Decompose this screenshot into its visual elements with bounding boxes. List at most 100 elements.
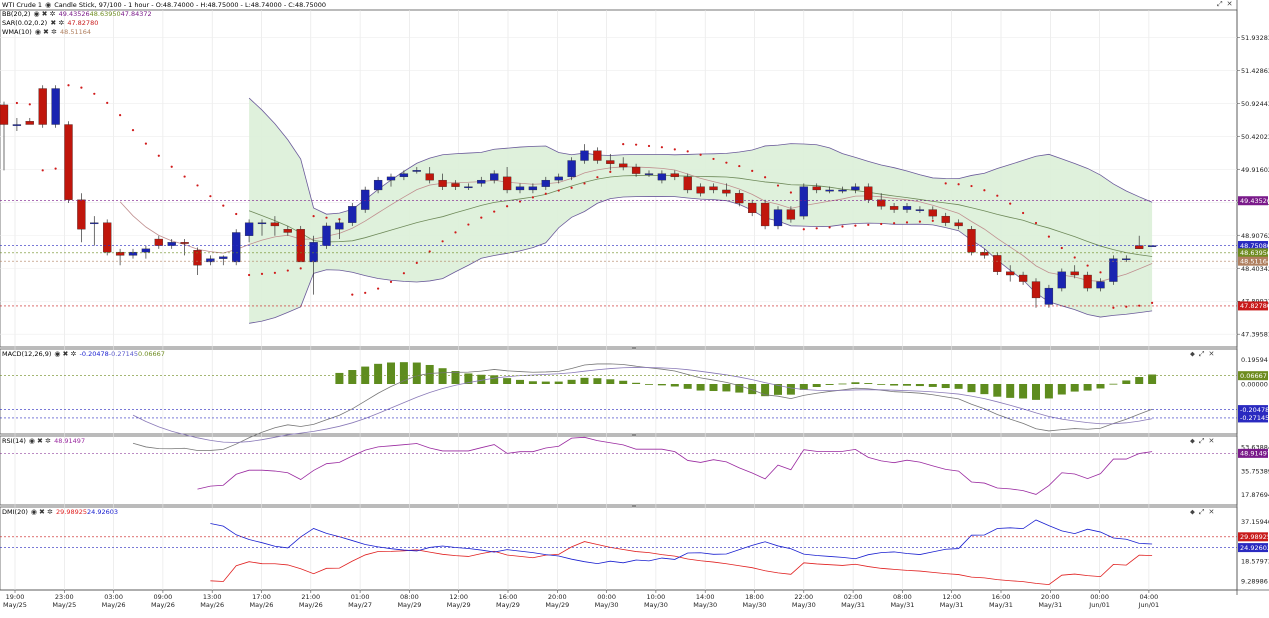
eye-icon[interactable]: ◉ [30, 508, 38, 517]
eye-icon[interactable]: ◉ [53, 350, 61, 359]
candle-body [348, 206, 357, 223]
price-tick-label: 51.93283 [1241, 34, 1269, 42]
candle-body [670, 173, 679, 178]
candle-body [941, 215, 950, 223]
date-tick-label: May/25 [3, 601, 27, 609]
sar-dot [776, 184, 780, 187]
gear-icon[interactable]: ✲ [46, 508, 54, 517]
dmi-tick-label: 37.15946 [1241, 518, 1269, 526]
time-axis: 19:00May/2523:00May/2503:00May/2609:00Ma… [3, 590, 1159, 609]
sar-dot [157, 154, 160, 157]
sar-dot [1151, 301, 1154, 304]
gear-icon[interactable]: ✲ [69, 350, 77, 359]
macd-bar [928, 384, 937, 387]
macd-bar [593, 378, 602, 384]
pin-icon[interactable]: ⬥ [1190, 350, 1195, 359]
macd-bar [812, 384, 821, 388]
header-line: WTI Crude 1 ◉ Candle Stick, 97/100 - 1 h… [2, 1, 326, 10]
macd-bar [438, 368, 447, 384]
time-tick-label: 20:00 [548, 593, 567, 601]
macd-bar [374, 363, 383, 384]
wma-legend: WMA(10) ◉ ✖ ✲ 48.51164 [2, 28, 326, 37]
macd-bar [619, 380, 628, 384]
sar-dot [1138, 304, 1141, 307]
macd-bar [348, 370, 357, 384]
macd-bar [412, 362, 421, 384]
sar-dot [609, 170, 612, 173]
candle-body [722, 189, 731, 194]
sar-dot [209, 195, 212, 198]
macd-tick-label: 0.00000 [1241, 381, 1268, 389]
expand-icon[interactable]: ⤢ [1217, 0, 1223, 9]
chart-canvas: 51.93283 51.42863 50.92443 50.42023 49.91602… [0, 0, 1269, 609]
close-pane-icon[interactable]: ✕ [1227, 0, 1233, 8]
sar-dot [364, 291, 367, 294]
expand-icon[interactable]: ⤢ [1199, 508, 1205, 517]
eye-icon[interactable]: ◉ [33, 10, 41, 19]
macd-bar [1032, 384, 1040, 400]
macd-bar [683, 384, 692, 389]
candle-body [1018, 274, 1028, 282]
close-icon[interactable]: ✖ [41, 10, 49, 19]
candle-body [619, 163, 628, 168]
sar-dot [918, 220, 922, 223]
time-tick-label: 22:00 [794, 593, 813, 601]
macd-bar [528, 381, 537, 384]
dmi-name: DMI(20) [2, 508, 28, 516]
time-tick-label: 13:00 [203, 593, 222, 601]
macd-bar [451, 371, 460, 384]
macd-bar [722, 384, 731, 392]
macd-bar [825, 384, 834, 385]
candle-body [580, 150, 589, 161]
macd-value: -0.20478 [79, 350, 109, 358]
rsi-name: RSI(14) [2, 437, 26, 445]
macd-tick-label: 0.19594 [1241, 356, 1268, 364]
gear-icon[interactable]: ✲ [57, 19, 65, 28]
sar-dot [222, 204, 225, 207]
expand-icon[interactable]: ⤢ [1199, 350, 1205, 359]
eye-icon[interactable]: ◉ [44, 1, 52, 10]
candle-body [12, 124, 22, 126]
pane-splitter-handle [632, 433, 636, 437]
close-pane-icon[interactable]: ✕ [1209, 350, 1215, 358]
close-pane-icon[interactable]: ✕ [1209, 508, 1215, 516]
macd-bar [1109, 383, 1118, 385]
sar-dot [299, 267, 302, 270]
gear-icon[interactable]: ✲ [49, 10, 57, 19]
bollinger-band-fill [249, 98, 1153, 324]
pin-icon[interactable]: ⬥ [1190, 437, 1195, 446]
candle-body [967, 229, 976, 253]
candle-body [915, 209, 925, 211]
sar-dot [389, 280, 393, 283]
candle-body [51, 88, 60, 125]
eye-icon[interactable]: ◉ [34, 28, 42, 37]
eye-icon[interactable]: ◉ [28, 437, 36, 446]
candle-body [709, 186, 718, 191]
gear-icon[interactable]: ✲ [50, 28, 58, 37]
sar-dot [467, 223, 470, 226]
close-icon[interactable]: ✖ [38, 508, 46, 517]
candle-body [889, 206, 899, 210]
candle-body [554, 176, 563, 181]
macd-bar [1135, 377, 1144, 384]
expand-icon[interactable]: ⤢ [1199, 437, 1205, 446]
macd-bar [967, 384, 976, 393]
pin-icon[interactable]: ⬥ [1190, 508, 1195, 517]
close-icon[interactable]: ✖ [61, 350, 69, 359]
candle-body [154, 238, 163, 246]
macd-bar [387, 362, 395, 384]
close-pane-icon[interactable]: ✕ [1209, 437, 1215, 445]
sar-dot [15, 101, 18, 105]
candle-body [799, 186, 808, 217]
close-icon[interactable]: ✖ [42, 28, 50, 37]
time-tick-label: 08:00 [400, 593, 419, 601]
close-icon[interactable]: ✖ [49, 19, 57, 28]
macd-bar [1122, 380, 1131, 384]
sar-dot [1073, 256, 1076, 259]
price-value-tag-label: 48.63950 [1240, 249, 1269, 257]
close-icon[interactable]: ✖ [36, 437, 44, 446]
macd-bar [670, 384, 679, 387]
candle-body [683, 176, 692, 191]
date-tick-label: May/29 [496, 601, 520, 609]
gear-icon[interactable]: ✲ [44, 437, 52, 446]
